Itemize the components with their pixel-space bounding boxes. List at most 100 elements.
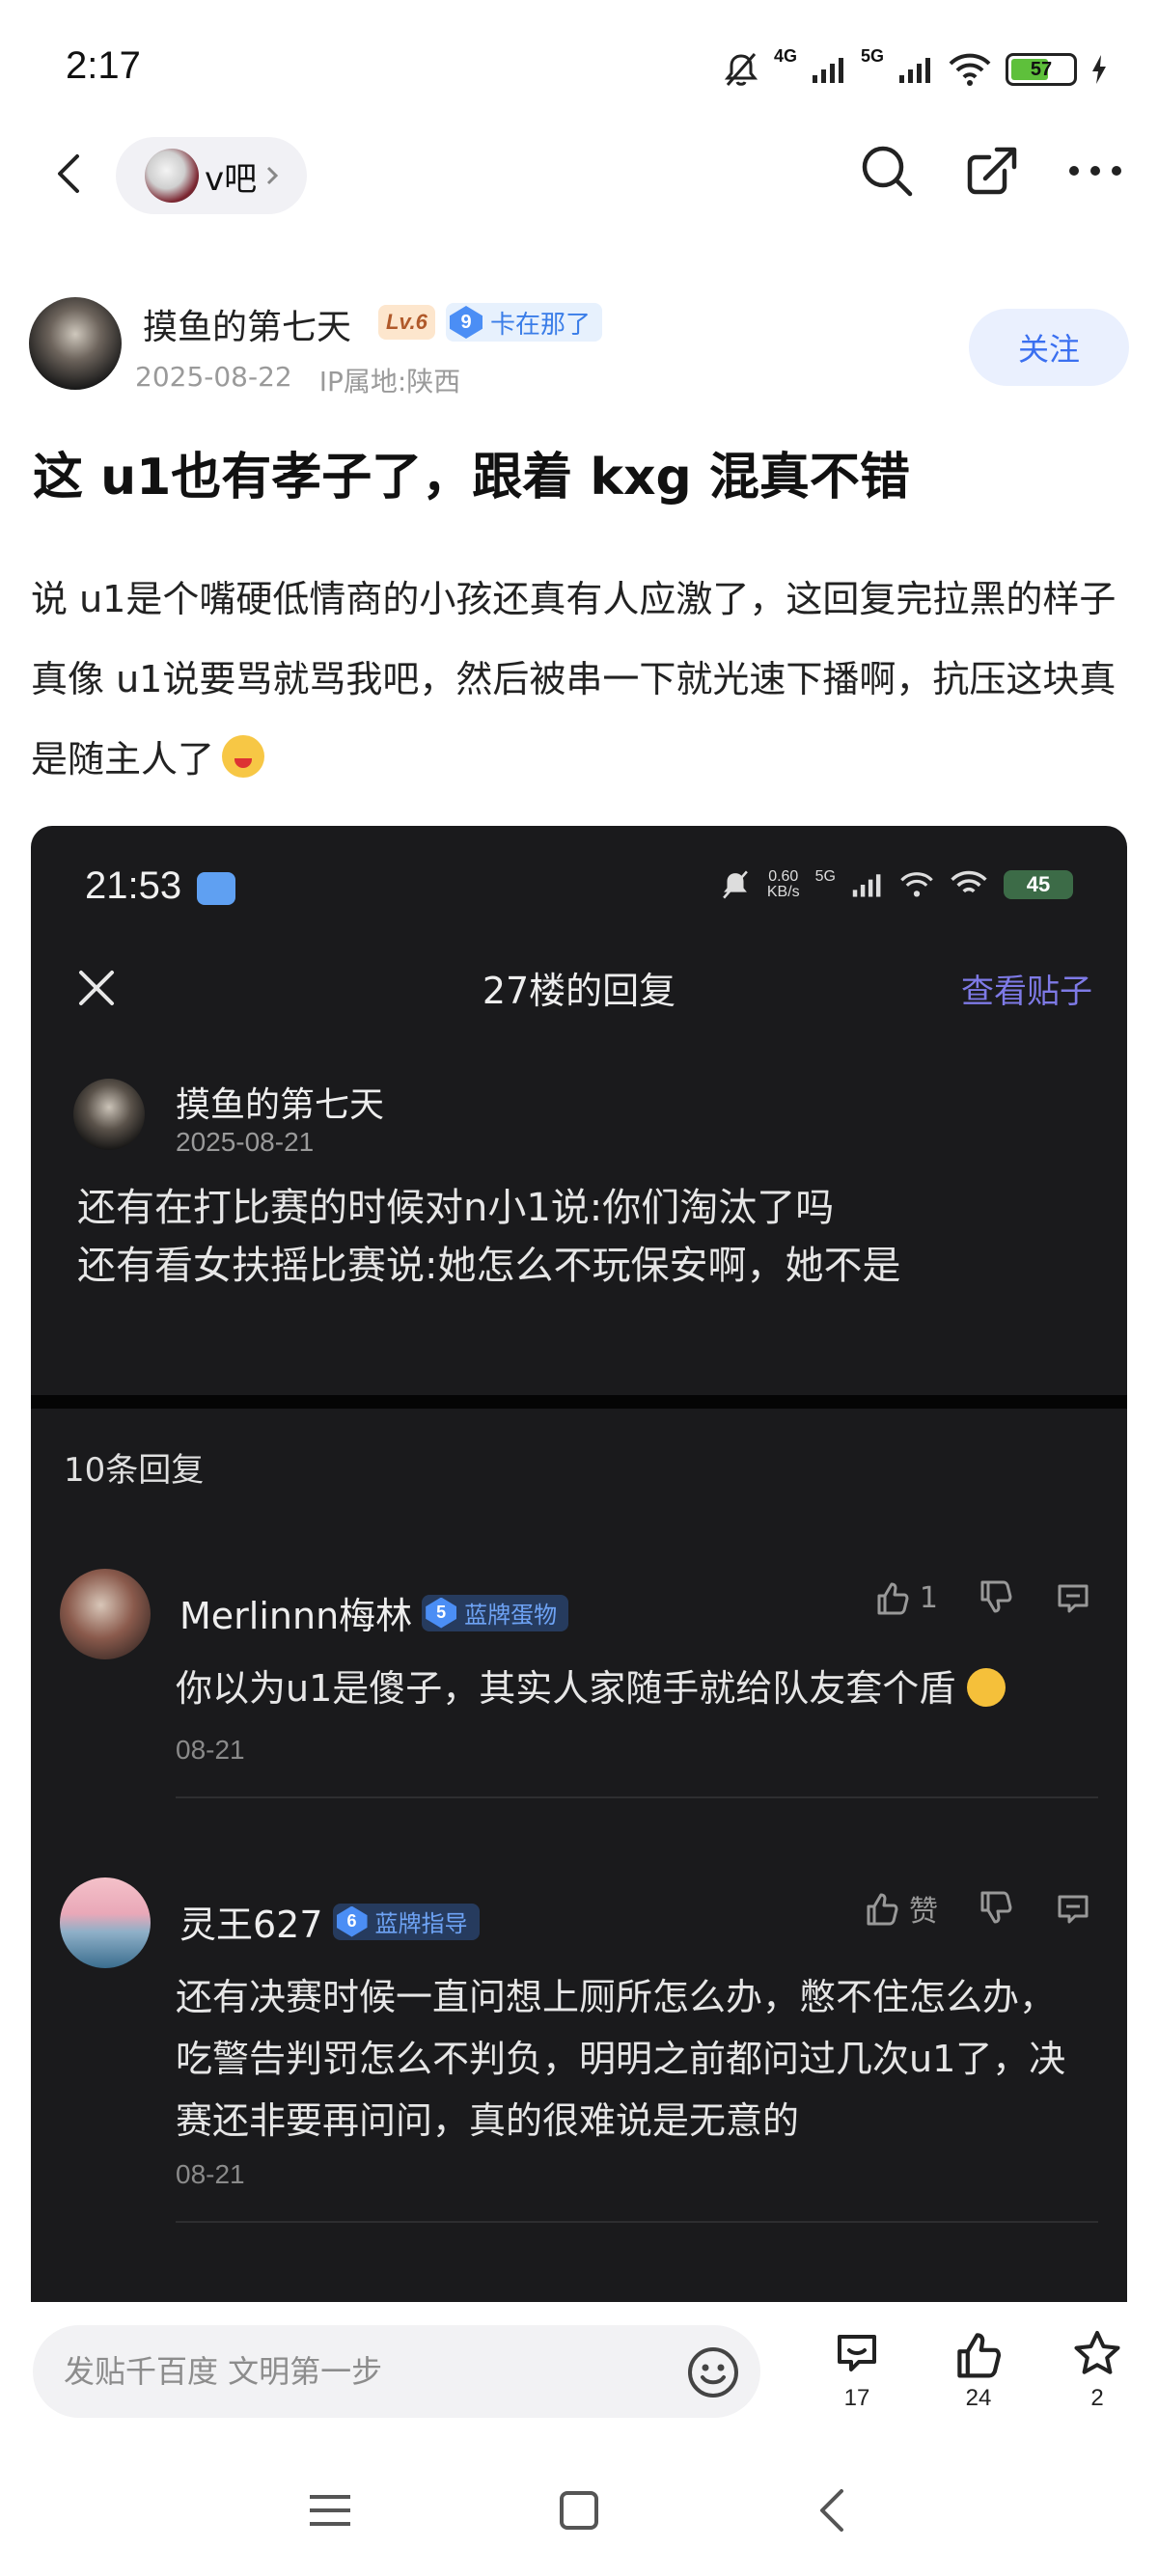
title-badge-level: 9	[450, 306, 482, 339]
system-navigation-bar	[0, 2439, 1158, 2576]
divider	[31, 1395, 1127, 1409]
post-author: 摸鱼的第七天 Lv.6 9 卡在那了 2025-08-22 IP属地:陕西 关注	[29, 291, 1129, 397]
title-badge-text: 卡在那了	[490, 310, 592, 340]
bottom-action-bar: 17 24 2	[0, 2304, 1158, 2439]
network-4g-label: 4G	[773, 46, 797, 66]
reply-input-box[interactable]	[33, 2325, 760, 2418]
reply-count: 10条回复	[64, 1451, 205, 1490]
menu-icon	[310, 2495, 350, 2526]
embarrassed-emoji-icon	[222, 735, 265, 778]
post-detail-page: 2:17 4G 5G 57 v吧 摸鱼的第七天 Lv.6 9 卡在那了 2025…	[0, 0, 1158, 2576]
post-date: 2025-08-22	[135, 361, 292, 393]
system-back-button[interactable]	[803, 2481, 861, 2539]
forum-entry-button[interactable]: v吧	[116, 137, 308, 214]
home-button[interactable]	[550, 2481, 608, 2539]
title-badge: 9 卡在那了	[446, 303, 603, 342]
follow-button[interactable]: 关注	[969, 309, 1129, 386]
reply-date: 08-21	[176, 2159, 245, 2189]
author-name[interactable]: 摸鱼的第七天	[143, 299, 351, 349]
reply-actions: 1	[873, 1578, 1092, 1617]
quoted-floor: 摸鱼的第七天 2025-08-21 还有在打比赛的时候对n小1说:你们淘汰了吗 …	[31, 1038, 1127, 1288]
quoted-author-name: 摸鱼的第七天	[176, 1085, 385, 1125]
back-button[interactable]	[42, 143, 100, 205]
nav-actions	[857, 141, 1125, 201]
wifi-icon	[900, 872, 933, 897]
forum-avatar	[145, 149, 199, 203]
reply-author-name: Merlinnn梅林	[179, 1595, 413, 1637]
reply-text: 还有决赛时候一直问想上厕所怎么办，憋不住怎么办，吃警告判罚怎么不判负，明明之前都…	[176, 1976, 1066, 2142]
more-button[interactable]	[1065, 141, 1125, 201]
avatar	[60, 1569, 151, 1659]
post-image[interactable]: 21:53 0.60 KB/s 5G 45 27楼的回复 查看贴子 摸鱼的第七天 …	[31, 826, 1127, 2302]
author-meta: 2025-08-22 IP属地:陕西	[135, 361, 460, 399]
like-count: 1	[919, 1580, 938, 1615]
post-body: 说 u1是个嘴硬低情商的小孩还真有人应激了，这回复完拉黑的样子真像 u1说要骂就…	[31, 560, 1136, 800]
square-icon	[560, 2491, 598, 2530]
like-count: 24	[965, 2385, 992, 2411]
post-body-text: 说 u1是个嘴硬低情商的小孩还真有人应激了，这回复完拉黑的样子真像 u1说要骂就…	[31, 578, 1117, 781]
top-nav: v吧	[0, 135, 1158, 214]
wifi-icon	[949, 53, 991, 86]
thumbs-down-icon	[980, 1580, 1012, 1613]
status-icons: 4G 5G 57	[722, 46, 1108, 93]
search-button[interactable]	[857, 141, 917, 201]
quoted-date: 2025-08-21	[176, 1127, 315, 1157]
reply-badge: 6 蓝牌指导	[332, 1903, 480, 1940]
reply-actions: 赞	[863, 1887, 1092, 1930]
divider	[176, 1796, 1098, 1798]
network-5g-label: 5G	[860, 46, 884, 66]
mute-icon	[724, 53, 758, 86]
signal-5g-icon	[899, 58, 930, 83]
forum-name: v吧	[205, 159, 258, 199]
level-badge: Lv.6	[378, 305, 435, 340]
back-arrow-icon	[820, 2489, 843, 2532]
signal-4g-icon	[812, 58, 843, 83]
comment-icon	[838, 2335, 876, 2371]
avatar	[73, 1079, 145, 1150]
reply-author-name: 灵王627	[179, 1904, 323, 1946]
chevron-right-icon	[267, 166, 279, 185]
like-label: 赞	[909, 1895, 938, 1929]
status-time: 2:17	[66, 44, 141, 87]
comments-button[interactable]: 17	[813, 2325, 900, 2412]
reply-input[interactable]	[64, 2325, 681, 2418]
reply-badge: 5 蓝牌蛋物	[422, 1594, 569, 1631]
emoji-icon[interactable]	[685, 2344, 741, 2400]
list-item: Merlinnn梅林 5 蓝牌蛋物 1 你以为u1是傻子，其实人家随手就给队友套…	[31, 1569, 1127, 1887]
thumbs-down-icon	[980, 1891, 1012, 1924]
avatar	[60, 1877, 151, 1968]
status-bar: 2:17 4G 5G 57	[0, 0, 1158, 135]
thumbs-up-icon	[957, 2333, 1002, 2378]
wifi-icon	[951, 870, 987, 893]
battery-icon: 45	[1004, 870, 1073, 899]
image-header: 27楼的回复 查看贴子	[31, 951, 1127, 1025]
comment-count: 17	[843, 2385, 870, 2411]
battery-icon: 57	[1006, 53, 1077, 86]
search-icon	[862, 146, 913, 197]
image-status-bar: 21:53 0.60 KB/s 5G 45	[31, 864, 1127, 922]
quoted-text: 还有在打比赛的时候对n小1说:你们淘汰了吗 还有看女扶摇比赛说:她怎么不玩保安啊…	[77, 1186, 901, 1288]
view-post-link: 查看贴子	[961, 973, 1092, 1011]
reply-date: 08-21	[176, 1735, 245, 1765]
share-icon	[967, 147, 1017, 195]
mute-icon	[722, 870, 748, 899]
image-status-time: 21:53	[85, 864, 182, 907]
cloud-icon	[197, 872, 235, 905]
thumbs-up-icon	[867, 1893, 898, 1926]
like-button[interactable]: 24	[935, 2325, 1022, 2412]
net-speed: 0.60 KB/s	[766, 868, 800, 900]
list-item: 灵王627 6 蓝牌指导 赞 还有决赛时候一直问想上厕所怎么办，憋不住怎么办，吃…	[31, 1877, 1127, 2302]
divider	[176, 2221, 1098, 2223]
image-network-5g-label: 5G	[814, 868, 836, 885]
share-button[interactable]	[961, 141, 1021, 201]
recent-apps-button[interactable]	[301, 2481, 359, 2539]
post-title: 这 u1也有孝子了，跟着 kxg 混真不错	[33, 449, 910, 507]
battery-level: 57	[1030, 58, 1053, 80]
avatar[interactable]	[29, 297, 122, 390]
comment-icon	[1058, 1584, 1089, 1613]
favorite-button[interactable]: 2	[1054, 2325, 1141, 2412]
thumbs-up-icon	[877, 1582, 909, 1615]
more-icon	[1069, 166, 1121, 176]
reply-text: 你以为u1是傻子，其实人家随手就给队友套个盾	[176, 1658, 1089, 1719]
favorite-count: 2	[1090, 2385, 1104, 2411]
